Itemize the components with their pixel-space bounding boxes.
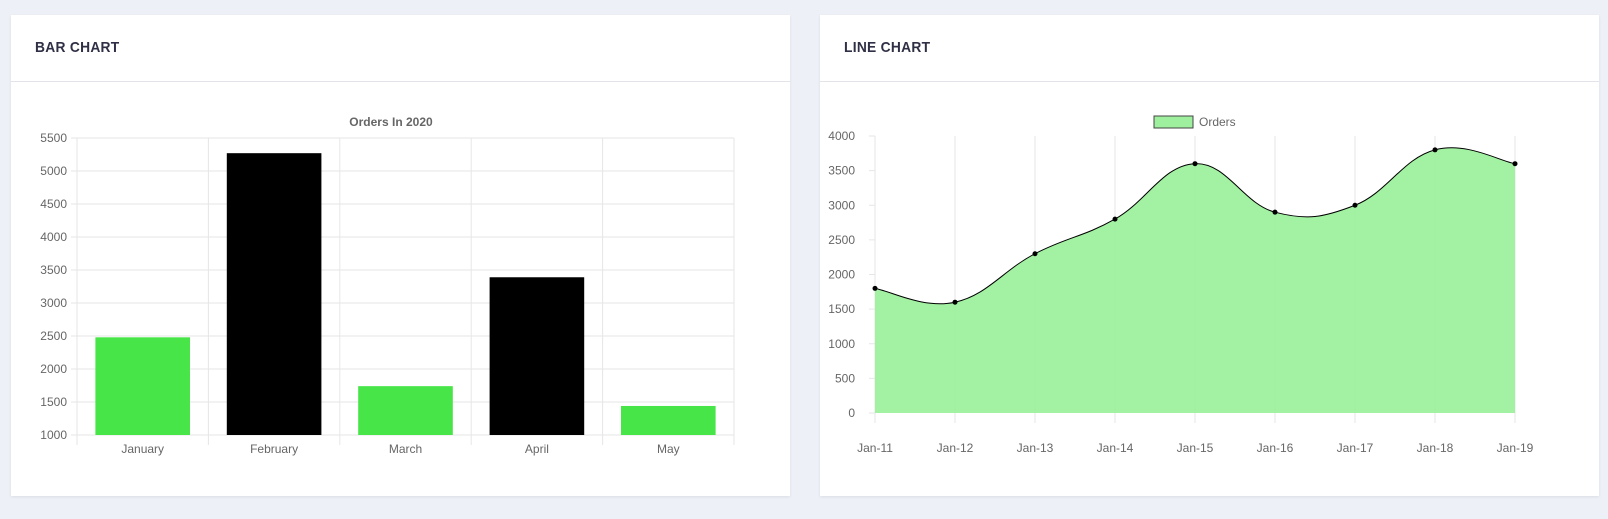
line-x-tick-label: Jan-17: [1337, 441, 1374, 455]
line-x-tick-label: Jan-13: [1017, 441, 1054, 455]
bar-x-tick-label: April: [525, 442, 549, 456]
bar-may[interactable]: [620, 405, 716, 435]
line-chart-card-title: LINE CHART: [844, 39, 931, 56]
line-x-tick-label: Jan-19: [1497, 441, 1534, 455]
line-y-tick-label: 1000: [828, 337, 855, 351]
bar-x-tick-label: February: [250, 442, 298, 456]
line-point-jan-19[interactable]: [1512, 161, 1518, 167]
line-x-tick-label: Jan-12: [937, 441, 974, 455]
line-x-tick-label: Jan-11: [857, 441, 893, 455]
line-point-jan-12[interactable]: [952, 299, 958, 305]
bar-x-tick-label: May: [657, 442, 680, 456]
line-y-tick-label: 3500: [828, 164, 855, 178]
line-point-jan-18[interactable]: [1432, 147, 1438, 153]
bar-y-tick-label: 1500: [40, 395, 67, 409]
bar-chart-y-ticks: 1000 1500 2000 2500 3000 3500 4000 4500 5000 5500: [40, 131, 67, 442]
legend-label-orders: Orders: [1199, 115, 1236, 129]
bar-march[interactable]: [358, 386, 453, 435]
bar-chart-x-ticks: January February March April May: [121, 442, 679, 456]
bar-chart-card: BAR CHART Orders In 2020 1000 1500 2000 250…: [11, 15, 790, 496]
line-chart-card-body: Orders 0 500 1000 1500 2000 2500 3000 3500 4000 …: [820, 82, 1599, 500]
bar-january[interactable]: [95, 337, 191, 435]
line-point-jan-15[interactable]: [1192, 161, 1198, 167]
bar-chart-card-title: BAR CHART: [35, 39, 120, 56]
line-x-tick-label: Jan-15: [1177, 441, 1214, 455]
bar-y-tick-label: 4500: [40, 197, 67, 211]
bar-y-tick-label: 2000: [40, 362, 67, 376]
line-chart-legend[interactable]: Orders: [1153, 115, 1236, 129]
bar-y-tick-label: 5000: [40, 164, 67, 178]
line-x-tick-label: Jan-18: [1417, 441, 1454, 455]
bar-february[interactable]: [226, 153, 322, 435]
line-chart-y-ticks: 0 500 1000 1500 2000 2500 3000 3500 4000: [828, 129, 855, 420]
line-chart-card: LINE CHART Orders 0 500 1000 1500 2000 2500 30…: [820, 15, 1599, 496]
bar-y-tick-label: 4000: [40, 230, 67, 244]
line-y-tick-label: 1500: [828, 302, 855, 316]
bar-april[interactable]: [489, 277, 585, 435]
bar-chart-title: Orders In 2020: [349, 115, 433, 129]
line-chart: Orders 05001000150020002500300035004000 …: [828, 115, 1534, 455]
line-chart-x-ticks: Jan-11 Jan-12 Jan-13 Jan-14 Jan-15 Jan-16 Jan-…: [857, 441, 1534, 455]
line-y-tick-label: 500: [835, 371, 855, 385]
bar-chart: Orders In 2020 1000 1500 2000 2500 3000 3500 4…: [40, 115, 735, 456]
line-y-tick-label: 2000: [828, 268, 855, 282]
bar-x-tick-label: March: [389, 442, 422, 456]
bar-y-tick-label: 3000: [40, 296, 67, 310]
line-y-tick-label: 3000: [828, 198, 855, 212]
line-y-tick-label: 0: [848, 406, 855, 420]
line-point-jan-17[interactable]: [1352, 202, 1358, 208]
line-x-tick-label: Jan-14: [1097, 441, 1134, 455]
line-point-jan-13[interactable]: [1032, 251, 1038, 257]
line-point-jan-16[interactable]: [1272, 209, 1278, 215]
bar-y-tick-label: 2500: [40, 329, 67, 343]
bar-x-tick-label: January: [121, 442, 164, 456]
line-chart-area: [875, 147, 1515, 414]
legend-swatch-orders: [1153, 115, 1194, 129]
line-x-tick-label: Jan-16: [1257, 441, 1294, 455]
bar-y-tick-label: 3500: [40, 263, 67, 277]
bar-chart-card-body: Orders In 2020 1000 1500 2000 2500 3000 3500 4…: [11, 82, 790, 500]
line-point-jan-11[interactable]: [872, 285, 878, 291]
bar-chart-card-header: BAR CHART: [11, 15, 790, 82]
line-y-tick-label: 4000: [828, 129, 855, 143]
line-point-jan-14[interactable]: [1112, 216, 1118, 222]
bar-y-tick-label: 1000: [40, 428, 67, 442]
line-chart-card-header: LINE CHART: [820, 15, 1599, 82]
line-y-tick-label: 2500: [828, 233, 855, 247]
bar-y-tick-label: 5500: [40, 131, 67, 145]
bar-chart-bars: [95, 153, 716, 435]
